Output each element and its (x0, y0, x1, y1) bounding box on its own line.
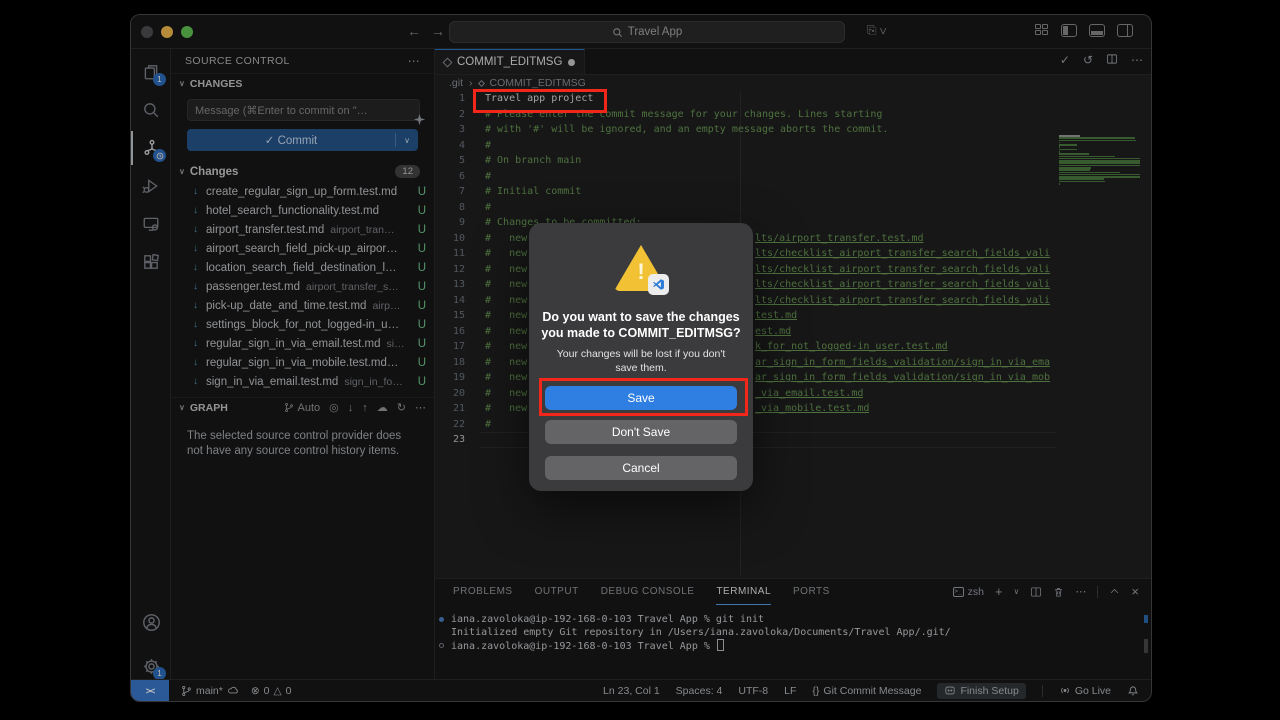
cancel-button[interactable]: Cancel (545, 456, 737, 480)
vscode-logo-badge (648, 274, 669, 295)
save-changes-dialog: ! Do you want to save the changes you ma… (529, 223, 753, 491)
annotation-box-commit-message (473, 89, 607, 113)
vscode-window: ← → Travel App ⎘ ∨ 1 (130, 14, 1152, 702)
exclamation-mark: ! (637, 259, 644, 285)
warning-icon: ! (611, 243, 671, 295)
annotation-box-save-button (539, 378, 748, 416)
dont-save-button[interactable]: Don't Save (545, 420, 737, 444)
dialog-title: Do you want to save the changes you made… (541, 309, 741, 341)
dialog-message: Your changes will be lost if you don't s… (549, 347, 733, 375)
